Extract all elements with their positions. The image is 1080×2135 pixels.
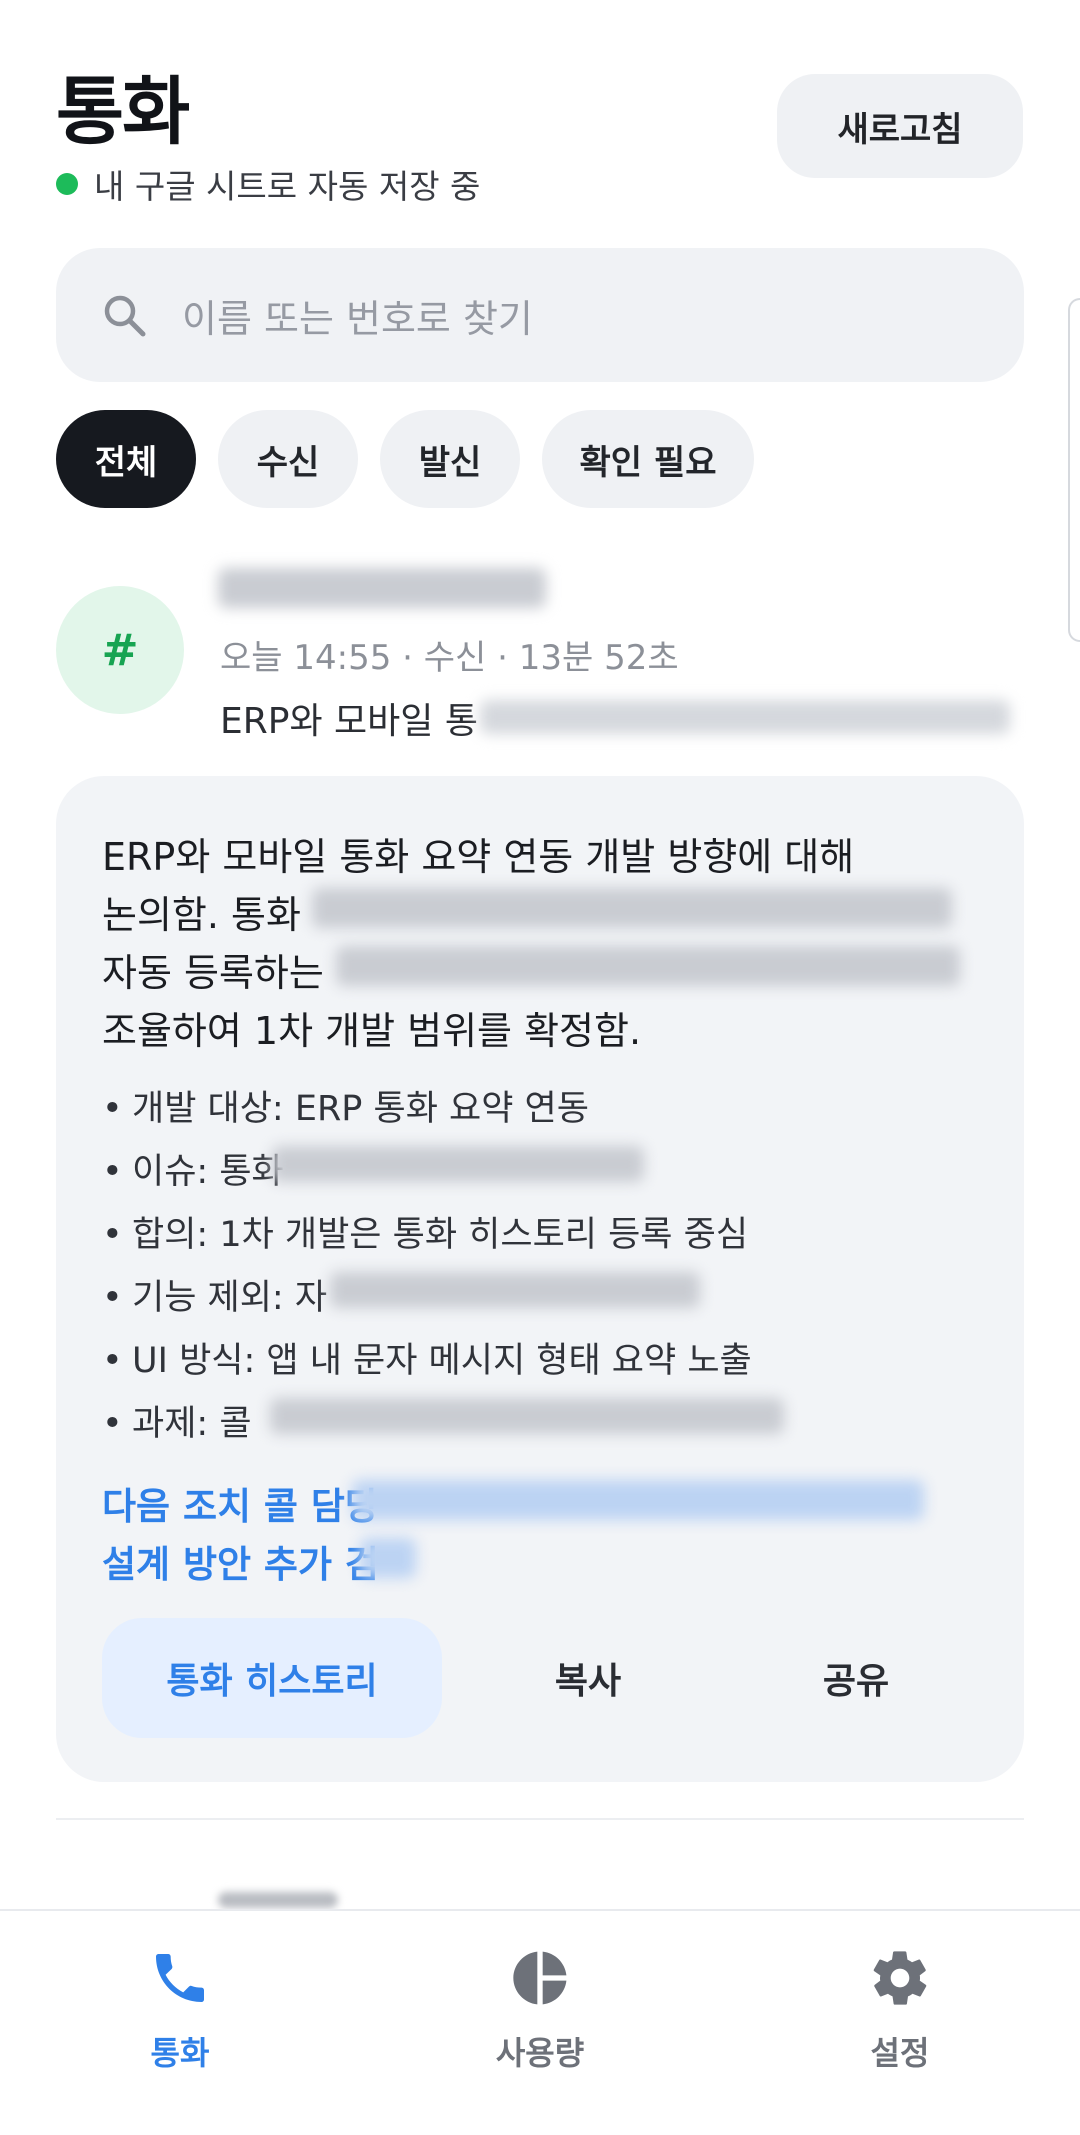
- next-item-redacted: [218, 1892, 338, 1908]
- next-action-text: 설계 방안 추가 검: [102, 1543, 379, 1586]
- autosave-status-text: 내 구글 시트로 자동 저장 중: [94, 167, 481, 206]
- nav-label-usage: 사용량: [495, 2034, 585, 2072]
- next-action-text: 다음 조치 콜 담당: [102, 1485, 379, 1528]
- page-title: 통화: [56, 69, 190, 155]
- summary-bullet: • 이슈: 통화: [102, 1152, 284, 1192]
- summary-bullet: • 기능 제외: 자: [102, 1278, 328, 1318]
- summary-redacted: [272, 1146, 644, 1182]
- summary-redacted: [270, 1398, 784, 1434]
- status-dot-icon: [56, 173, 78, 195]
- summary-line: 조율하여 1차 개발 범위를 확정함.: [102, 1009, 642, 1053]
- caller-avatar: #: [56, 586, 184, 714]
- summary-redacted: [336, 946, 960, 986]
- filter-chip-outgoing[interactable]: 발신: [380, 410, 520, 508]
- call-meta: 오늘 14:55 · 수신 · 13분 52초: [220, 638, 679, 678]
- nav-tab-usage[interactable]: 사용량: [460, 1946, 620, 2074]
- refresh-button[interactable]: 새로고침: [777, 74, 1023, 178]
- preview-redacted: [480, 700, 1010, 734]
- summary-line: 자동 등록하는: [102, 951, 324, 995]
- filter-chip-needs-review[interactable]: 확인 필요: [542, 410, 754, 508]
- summary-bullet: • 과제: 콜: [102, 1404, 252, 1444]
- summary-bullet: • 합의: 1차 개발은 통화 히스토리 등록 중심: [102, 1215, 749, 1255]
- phone-icon: [156, 1954, 204, 2002]
- nav-tab-calls[interactable]: 통화: [100, 1946, 260, 2074]
- summary-line: 논의함. 통화: [102, 893, 301, 937]
- summary-redacted: [312, 888, 952, 928]
- search-icon: [104, 295, 146, 337]
- nav-tab-settings[interactable]: 설정: [820, 1946, 980, 2074]
- summary-bullet: • 개발 대상: ERP 통화 요약 연동: [102, 1089, 589, 1129]
- pie-chart-icon: [513, 1951, 567, 2005]
- autosave-status: 내 구글 시트로 자동 저장 중: [56, 160, 480, 208]
- summary-line: ERP와 모바일 통화 요약 연동 개발 방향에 대해: [102, 835, 855, 879]
- call-history-button[interactable]: 통화 히스토리: [102, 1618, 442, 1738]
- summary-bullet: • UI 방식: 앱 내 문자 메시지 형태 요약 노출: [102, 1341, 752, 1381]
- next-action-redacted: [360, 1538, 416, 1578]
- caller-number-redacted: [218, 568, 546, 608]
- nav-label-calls: 통화: [150, 2034, 210, 2072]
- share-button[interactable]: 공유: [758, 1618, 954, 1738]
- summary-redacted: [330, 1272, 700, 1308]
- filter-chip-all[interactable]: 전체: [56, 410, 196, 508]
- filter-chip-incoming[interactable]: 수신: [218, 410, 358, 508]
- search-input[interactable]: 이름 또는 번호로 찾기: [56, 248, 1024, 382]
- call-summary-preview[interactable]: ERP와 모바일 통: [220, 692, 478, 744]
- copy-button[interactable]: 복사: [490, 1618, 686, 1738]
- search-placeholder: 이름 또는 번호로 찾기: [182, 296, 533, 341]
- nav-label-settings: 설정: [870, 2034, 930, 2072]
- list-divider: [56, 1818, 1024, 1820]
- scroll-handle[interactable]: [1068, 298, 1080, 642]
- next-action-redacted: [352, 1480, 924, 1520]
- gear-icon: [873, 1951, 927, 2005]
